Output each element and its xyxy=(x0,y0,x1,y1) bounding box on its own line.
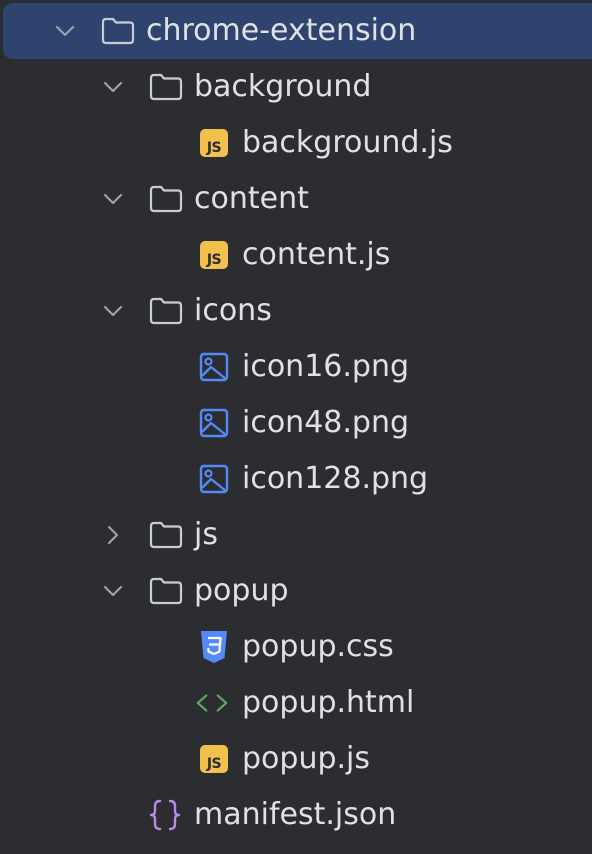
chevron-down-icon[interactable] xyxy=(100,298,126,324)
image-file-icon xyxy=(197,406,231,440)
tree-row-icon16-png[interactable]: icon16.png xyxy=(0,339,592,395)
html-file-icon xyxy=(195,686,229,720)
chevron-down-icon[interactable] xyxy=(100,74,126,100)
tree-item-label: popup xyxy=(194,573,289,608)
tree-row-popup-css[interactable]: popup.css xyxy=(0,619,592,675)
tree-row-background-js[interactable]: JS background.js xyxy=(0,115,592,171)
folder-icon xyxy=(149,70,183,104)
tree-row-popup-js[interactable]: JS popup.js xyxy=(0,731,592,787)
tree-item-label: icons xyxy=(194,293,272,328)
tree-row-chrome-extension[interactable]: chrome-extension xyxy=(0,3,592,59)
chevron-down-icon[interactable] xyxy=(52,18,78,44)
tree-row-popup-folder[interactable]: popup xyxy=(0,563,592,619)
tree-item-label: manifest.json xyxy=(194,797,397,832)
folder-icon xyxy=(149,518,183,552)
chevron-down-icon[interactable] xyxy=(100,578,126,604)
tree-row-popup-html[interactable]: popup.html xyxy=(0,675,592,731)
tree-row-manifest-json[interactable]: manifest.json xyxy=(0,787,592,843)
chevron-right-icon[interactable] xyxy=(100,522,126,548)
tree-item-label: icon48.png xyxy=(242,405,410,440)
tree-item-label: content xyxy=(194,181,309,216)
javascript-file-icon: JS xyxy=(197,742,231,776)
js-badge: JS xyxy=(200,241,228,269)
tree-item-label: js xyxy=(194,517,218,552)
tree-item-label: content.js xyxy=(242,237,391,272)
folder-icon xyxy=(149,294,183,328)
tree-item-label: icon128.png xyxy=(242,461,429,496)
tree-row-js-folder[interactable]: js xyxy=(0,507,592,563)
tree-item-label: background xyxy=(194,69,372,104)
tree-row-icons-folder[interactable]: icons xyxy=(0,283,592,339)
js-badge: JS xyxy=(200,129,228,157)
folder-icon xyxy=(149,182,183,216)
tree-row-content-folder[interactable]: content xyxy=(0,171,592,227)
tree-item-label: background.js xyxy=(242,125,453,160)
tree-item-label: popup.js xyxy=(242,741,370,776)
tree-item-label: popup.css xyxy=(242,629,394,664)
tree-item-label: popup.html xyxy=(242,685,415,720)
js-badge: JS xyxy=(200,745,228,773)
tree-row-content-js[interactable]: JS content.js xyxy=(0,227,592,283)
folder-icon xyxy=(101,14,135,48)
image-file-icon xyxy=(197,462,231,496)
tree-row-icon48-png[interactable]: icon48.png xyxy=(0,395,592,451)
json-file-icon xyxy=(148,798,182,832)
folder-icon xyxy=(149,574,183,608)
css-file-icon xyxy=(197,630,231,664)
javascript-file-icon: JS xyxy=(197,126,231,160)
tree-item-label: chrome-extension xyxy=(146,13,417,48)
javascript-file-icon: JS xyxy=(197,238,231,272)
chevron-down-icon[interactable] xyxy=(100,186,126,212)
image-file-icon xyxy=(197,350,231,384)
project-file-tree: chrome-extension background JS backgroun… xyxy=(0,0,592,854)
tree-row-background-folder[interactable]: background xyxy=(0,59,592,115)
tree-item-label: icon16.png xyxy=(242,349,410,384)
tree-row-icon128-png[interactable]: icon128.png xyxy=(0,451,592,507)
